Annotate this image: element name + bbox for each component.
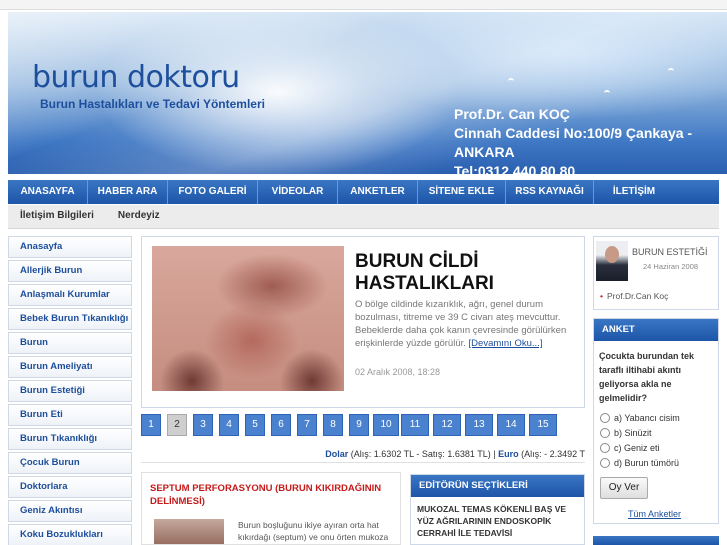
currency-dollar-label: Dolar [325,449,349,459]
poll-option[interactable]: d) Burun tümörü [600,458,679,468]
page-button[interactable]: 13 [465,414,493,436]
sidebar-item-bebek-burun[interactable]: Bebek Burun Tıkanıklığı [8,308,132,330]
aesthetic-box: BURUN ESTETİĞİ 24 Haziran 2008 • Prof.Dr.… [593,236,719,310]
poll-option[interactable]: a) Yabancı cisim [600,413,680,423]
currency-euro-values: (Alış: - 2.3492 T [521,449,585,459]
nav-item-anasayfa[interactable]: ANASAYFA [8,180,88,204]
editor-pick-item[interactable]: MUKOZAL TEMAS KÖKENLİ BAŞ VE YÜZ AĞRILAR… [411,497,584,539]
nav-item-videolar[interactable]: VİDEOLAR [258,180,338,204]
read-more-link[interactable]: [Devamını Oku...] [469,338,543,349]
page-button[interactable]: 10 [373,414,399,436]
sidebar-item-anasayfa[interactable]: Anasayfa [8,236,132,258]
nav-item-sitene-ekle[interactable]: SİTENE EKLE [418,180,506,204]
main-nav: ANASAYFA HABER ARA FOTO GALERİ VİDEOLAR … [8,180,719,204]
page-button[interactable]: 4 [219,414,239,436]
bullet-icon: • [600,291,603,301]
nav-item-haber-ara[interactable]: HABER ARA [88,180,168,204]
all-polls-link[interactable]: Tüm Anketler [628,509,681,519]
page-button[interactable]: 9 [349,414,369,436]
page-button[interactable]: 11 [401,414,429,436]
page-button[interactable]: 7 [297,414,317,436]
featured-article-summary: O bölge cildinde kızarıklık, ağrı, genel… [355,298,577,350]
page-button[interactable]: 1 [141,414,161,436]
page-button[interactable]: 15 [529,414,557,436]
page-button[interactable]: 5 [245,414,265,436]
bird-icon [604,90,610,96]
page-button[interactable]: 8 [323,414,343,436]
sidebar-item-cocuk-burun[interactable]: Çocuk Burun [8,452,132,474]
poll-option[interactable]: c) Geniz eti [600,443,660,453]
contact-address: Cinnah Caddesi No:100/9 Çankaya - ANKARA [454,125,693,160]
featured-article-date: 02 Aralık 2008, 18:28 [355,367,441,377]
sidebar-item-doktorlara[interactable]: Doktorlara [8,476,132,498]
contact-info: Prof.Dr. Can KOÇ Cinnah Caddesi No:100/9… [454,105,727,174]
article-card-image[interactable] [154,519,224,544]
site-logo[interactable]: burun doktoru [32,60,240,95]
sidebar-item-burun-eti[interactable]: Burun Eti [8,404,132,426]
aesthetic-box-author[interactable]: • Prof.Dr.Can Koç [600,291,668,301]
vote-button[interactable]: Oy Ver [600,477,648,499]
nav-item-iletisim[interactable]: İLETİŞİM [594,180,674,204]
aesthetic-box-date: 24 Haziran 2008 [643,262,699,271]
radio-button[interactable] [600,458,610,468]
page-button-active[interactable]: 2 [167,414,187,436]
sidebar-item-allerjik-burun[interactable]: Allerjik Burun [8,260,132,282]
radio-button[interactable] [600,443,610,453]
radio-button[interactable] [600,413,610,423]
poll-option-label: c) Geniz eti [614,443,660,453]
bird-icon [668,68,674,74]
poll-option-label: b) Sinüzit [614,428,652,438]
page-button[interactable]: 14 [497,414,525,436]
sidebar-menu: Anasayfa Allerjik Burun Anlaşmalı Kuruml… [8,236,132,545]
sub-nav: İletişim Bilgileri Nerdeyiz [8,205,719,229]
featured-article-image[interactable] [152,246,344,391]
poll-option-label: a) Yabancı cisim [614,413,680,423]
page-button[interactable]: 3 [193,414,213,436]
poll-option-label: d) Burun tümörü [614,458,680,468]
sidebar-item-burun-ameliyati[interactable]: Burun Ameliyatı [8,356,132,378]
editor-picks-heading: EDİTÖRÜN SEÇTİKLERİ [411,475,584,497]
page-button[interactable]: 12 [433,414,461,436]
next-box-header [593,536,719,545]
page: burun doktoru Burun Hastalıkları ve Teda… [0,0,727,545]
poll-heading: ANKET [594,319,718,341]
subnav-item-iletisim-bilgileri[interactable]: İletişim Bilgileri [8,205,106,228]
sidebar-item-burun[interactable]: Burun [8,332,132,354]
sidebar-item-burun-estetigi[interactable]: Burun Estetiği [8,380,132,402]
contact-name: Prof.Dr. Can KOÇ [454,106,570,122]
article-card: SEPTUM PERFORASYONU (BURUN KIKIRDAĞININ … [141,472,401,545]
nav-item-foto-galeri[interactable]: FOTO GALERİ [168,180,258,204]
contact-phone: Tel:0312 440 80 80 [454,163,576,174]
currency-euro-label: Euro [498,449,519,459]
nav-item-anketler[interactable]: ANKETLER [338,180,418,204]
featured-article: BURUN CİLDİ HASTALIKLARI O bölge cildind… [141,236,585,408]
bird-icon [508,78,514,84]
currency-separator: | [493,449,496,459]
sidebar-item-koku-bozukluklari[interactable]: Koku Bozuklukları [8,524,132,545]
site-tagline: Burun Hastalıkları ve Tedavi Yöntemleri [40,97,265,111]
page-button[interactable]: 6 [271,414,291,436]
nav-item-rss[interactable]: RSS KAYNAĞI [506,180,594,204]
radio-button[interactable] [600,428,610,438]
aesthetic-box-title[interactable]: BURUN ESTETİĞİ [632,247,708,257]
sidebar-item-geniz-akintisi[interactable]: Geniz Akıntısı [8,500,132,522]
article-card-text: Burun boşluğunu ikiye ayıran orta hat kı… [238,520,389,542]
author-name: Prof.Dr.Can Koç [606,291,669,301]
currency-ticker: Dolar (Alış: 1.6302 TL - Satış: 1.6381 T… [141,447,585,463]
sidebar-item-burun-tikanikligi[interactable]: Burun Tıkanıklığı [8,428,132,450]
top-strip [0,0,727,10]
article-card-title[interactable]: SEPTUM PERFORASYONU (BURUN KIKIRDAĞININ … [150,482,395,508]
sidebar-item-anlasmali-kurumlar[interactable]: Anlaşmalı Kurumlar [8,284,132,306]
avatar[interactable] [596,241,628,281]
poll-box: ANKET Çocukta burundan tek taraflı iltih… [593,318,719,524]
currency-dollar-values: (Alış: 1.6302 TL - Satış: 1.6381 TL) [350,449,491,459]
subnav-item-nerdeyiz[interactable]: Nerdeyiz [106,205,172,228]
poll-question: Çocukta burundan tek taraflı iltihabi ak… [599,351,695,403]
poll-option[interactable]: b) Sinüzit [600,428,652,438]
editor-picks: EDİTÖRÜN SEÇTİKLERİ MUKOZAL TEMAS KÖKENL… [410,474,585,545]
header-banner: burun doktoru Burun Hastalıkları ve Teda… [8,12,727,174]
featured-article-title[interactable]: BURUN CİLDİ HASTALIKLARI [355,251,555,295]
